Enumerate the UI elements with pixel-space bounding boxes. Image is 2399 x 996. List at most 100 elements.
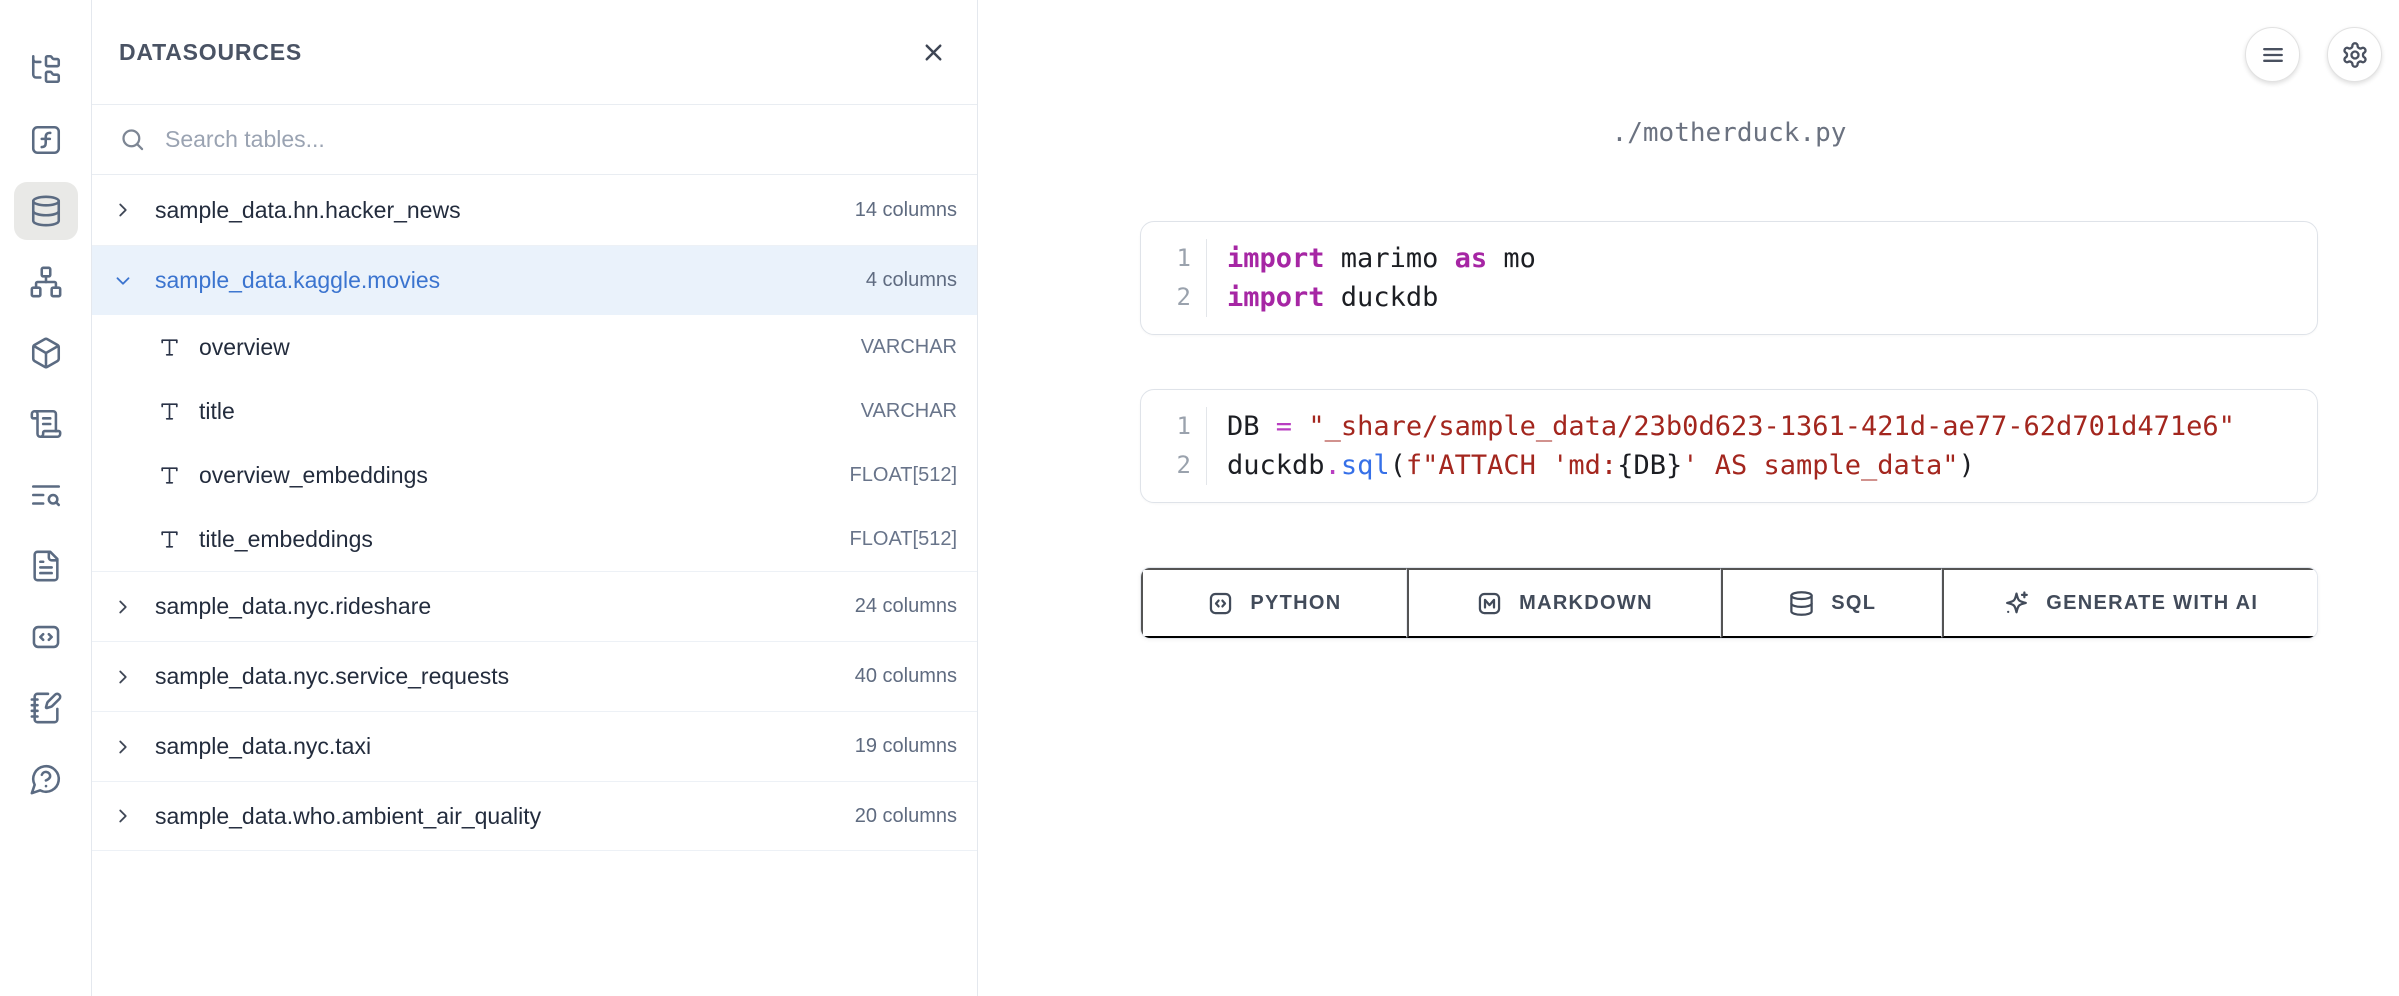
column-type: VARCHAR [861, 400, 957, 423]
datasources-panel-header: DATASOURCES [92, 0, 977, 105]
table-column-count: 14 columns [855, 199, 957, 222]
table-name: sample_data.nyc.service_requests [155, 663, 509, 690]
column-type: FLOAT[512] [850, 528, 957, 551]
sidebar-item-documentation[interactable] [14, 537, 78, 595]
add-button-label: MARKDOWN [1519, 592, 1653, 615]
code-line: DB = "_share/sample_data/23b0d623-1361-4… [1227, 407, 2235, 446]
code-cell: 12 DB = "_share/sample_data/23b0d623-1361… [1140, 389, 2318, 503]
type-text-icon [157, 399, 182, 424]
generate-with-ai-button[interactable]: GENERATE WITH AI [1942, 568, 2317, 638]
column-row[interactable]: title_embeddings FLOAT[512] [92, 507, 977, 571]
code-line: import duckdb [1227, 278, 1536, 317]
notebook-main-area: ./motherduck.py 12import marimo as moimp… [978, 0, 2399, 996]
search-tables-input[interactable] [165, 126, 950, 153]
close-panel-button[interactable] [920, 39, 947, 66]
cell-gutter: 12 [1141, 407, 1207, 485]
database-icon [29, 194, 63, 228]
table-name: sample_data.kaggle.movies [155, 267, 440, 294]
table-column-count: 4 columns [866, 269, 957, 292]
sidebar-item-dependencies[interactable] [14, 253, 78, 311]
sparkles-icon [2003, 590, 2030, 617]
type-text-icon [157, 463, 182, 488]
notebook-menu-button[interactable] [2245, 27, 2300, 82]
code-cell: 12import marimo as moimport duckdb [1140, 221, 2318, 335]
table-row[interactable]: sample_data.kaggle.movies 4 columns [92, 245, 977, 315]
chevron-right-icon [112, 805, 134, 827]
type-text-icon [157, 335, 182, 360]
folder-tree-icon [29, 52, 63, 86]
table-row[interactable]: sample_data.hn.hacker_news 14 columns [92, 175, 977, 245]
database-small-icon [1788, 590, 1815, 617]
sidebar-item-help-chat[interactable] [14, 750, 78, 808]
column-name: overview [199, 334, 290, 361]
column-row[interactable]: overview VARCHAR [92, 315, 977, 379]
line-number: 1 [1141, 407, 1191, 446]
app-window: DATASOURCES sample_data.hn.hacker_news14… [0, 0, 2399, 996]
sidebar-item-packages[interactable] [14, 324, 78, 382]
network-icon [29, 265, 63, 299]
type-text-icon [157, 527, 182, 552]
cell-code-editor[interactable]: DB = "_share/sample_data/23b0d623-1361-4… [1207, 407, 2235, 485]
sidebar-item-logs[interactable] [14, 395, 78, 453]
add-markdown-cell-button[interactable]: MARKDOWN [1407, 568, 1721, 638]
gear-icon [2341, 41, 2369, 69]
notebook-content-column: ./motherduck.py 12import marimo as moimp… [1140, 118, 2318, 639]
sidebar-item-variables[interactable] [14, 111, 78, 169]
add-python-cell-button[interactable]: PYTHON [1141, 568, 1407, 638]
text-search-icon [29, 478, 63, 512]
hamburger-menu-icon [2259, 41, 2287, 69]
file-text-icon [29, 549, 63, 583]
table-row[interactable]: sample_data.nyc.rideshare 24 columns [92, 571, 977, 641]
datasources-panel: DATASOURCES sample_data.hn.hacker_news 14… [92, 0, 978, 996]
sidebar-item-scratchpad[interactable] [14, 679, 78, 737]
code-line: duckdb.sql(f"ATTACH 'md:{DB}' AS sample_… [1227, 446, 2235, 485]
chevron-right-icon [112, 666, 134, 688]
add-button-label: PYTHON [1250, 592, 1341, 615]
column-row[interactable]: overview_embeddingsFLOAT[512] [92, 443, 977, 507]
table-row[interactable]: sample_data.nyc.taxi 19 columns [92, 711, 977, 781]
message-question-icon [29, 762, 63, 796]
code-square-cell-icon [1207, 590, 1234, 617]
sidebar-item-outline-search[interactable] [14, 466, 78, 524]
chevron-down-icon [112, 270, 134, 292]
line-number: 2 [1141, 278, 1191, 317]
cell-code-editor[interactable]: import marimo as moimport duckdb [1207, 239, 1536, 317]
column-type: VARCHAR [861, 336, 957, 359]
search-icon [119, 126, 146, 153]
column-name: title_embeddings [199, 526, 373, 553]
close-icon [920, 39, 947, 66]
table-column-count: 20 columns [855, 805, 957, 828]
scroll-icon [29, 407, 63, 441]
notebook-pen-icon [29, 691, 63, 725]
table-column-count: 40 columns [855, 665, 957, 688]
settings-button[interactable] [2327, 27, 2382, 82]
panel-title: DATASOURCES [119, 39, 302, 66]
notebook-filename[interactable]: ./motherduck.py [1140, 118, 2318, 148]
cells-container: 12import marimo as moimport duckdb12DB =… [1140, 221, 2318, 503]
sidebar-item-snippets[interactable] [14, 608, 78, 666]
line-number: 2 [1141, 446, 1191, 485]
sidebar-item-file-explorer[interactable] [14, 40, 78, 98]
table-name: sample_data.nyc.taxi [155, 733, 371, 760]
sidebar-item-datasources[interactable] [14, 182, 78, 240]
table-name: sample_data.nyc.rideshare [155, 593, 431, 620]
table-row[interactable]: sample_data.nyc.service_requests 40 colum… [92, 641, 977, 711]
search-row [92, 105, 977, 175]
markdown-square-icon [1476, 590, 1503, 617]
sidebar-icon-rail [0, 0, 92, 996]
table-column-count: 24 columns [855, 595, 957, 618]
table-column-count: 19 columns [855, 735, 957, 758]
table-row[interactable]: sample_data.who.ambient_air_quality20 co… [92, 781, 977, 851]
add-sql-cell-button[interactable]: SQL [1721, 568, 1942, 638]
add-button-label: SQL [1831, 592, 1876, 615]
cell-gutter: 12 [1141, 239, 1207, 317]
chevron-right-icon [112, 596, 134, 618]
top-actions [2245, 27, 2382, 82]
add-cell-bar: PYTHON MARKDOWN SQL GENERATE WITH AI [1140, 567, 2318, 639]
table-name: sample_data.hn.hacker_news [155, 197, 461, 224]
column-row[interactable]: title VARCHAR [92, 379, 977, 443]
column-name: overview_embeddings [199, 462, 428, 489]
column-name: title [199, 398, 235, 425]
code-square-icon [29, 620, 63, 654]
line-number: 1 [1141, 239, 1191, 278]
